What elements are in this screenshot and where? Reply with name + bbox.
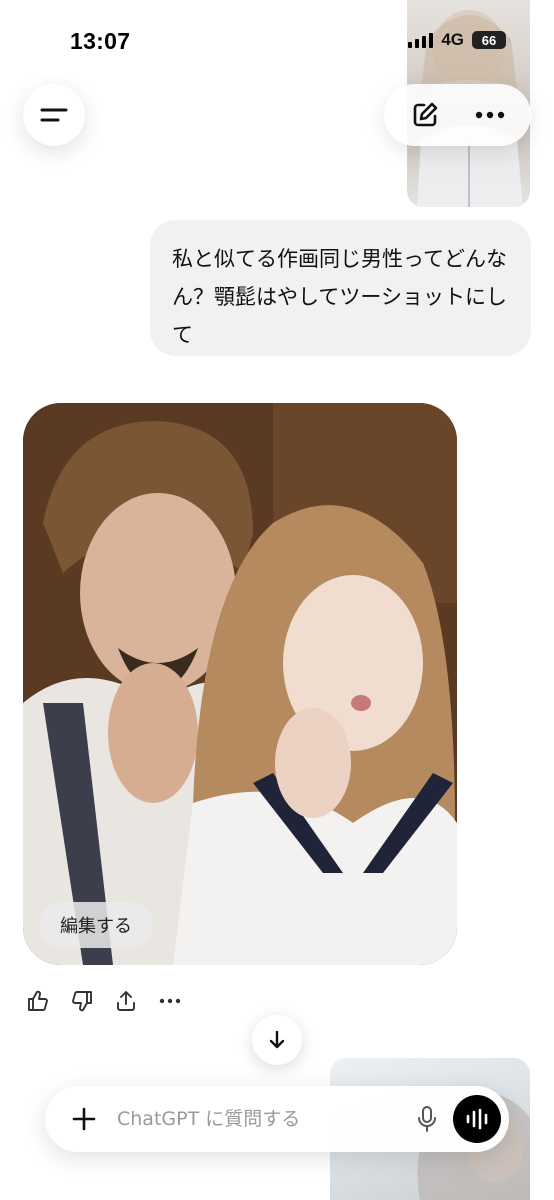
more-options-button[interactable] [464,89,516,141]
message-more-button[interactable] [155,986,185,1016]
cellular-signal-icon [408,32,434,48]
thumbs-down-icon [72,991,92,1012]
thumbs-up-icon [28,990,48,1011]
message-actions [23,986,185,1016]
compose-icon [413,102,438,127]
like-button[interactable] [23,986,53,1016]
couple-portrait-image [23,403,457,965]
plus-icon [72,1107,96,1131]
generated-image[interactable] [23,403,457,965]
status-time: 13:07 [70,28,131,54]
waveform-icon [466,1108,488,1130]
message-composer [45,1086,509,1152]
microphone-icon [418,1106,436,1132]
more-horizontal-icon [476,111,505,119]
voice-mode-button[interactable] [453,1095,501,1143]
sidebar-menu-icon [40,108,68,122]
battery-icon: 66 [472,31,510,49]
new-chat-button[interactable] [399,89,451,141]
more-horizontal-icon [159,998,181,1004]
dictate-button[interactable] [407,1099,447,1139]
edit-image-label: 編集する [60,916,132,937]
scroll-to-bottom-button[interactable] [252,1015,302,1065]
share-button[interactable] [111,986,141,1016]
battery-level: 66 [481,32,497,48]
network-type: 4G [441,30,464,49]
status-indicators: 4G 66 [408,30,510,50]
arrow-down-icon [269,1030,285,1049]
edit-image-button[interactable]: 編集する [39,902,153,948]
user-message-bubble: 私と似てる作画同じ男性ってどんなん？顎髭はやしてツーショットにして [150,220,531,356]
user-message-text: 私と似てる作画同じ男性ってどんなん？顎髭はやしてツーショットにして [172,247,507,347]
attach-button[interactable] [67,1102,101,1136]
dislike-button[interactable] [67,986,97,1016]
header-actions [384,84,531,146]
sidebar-menu-button[interactable] [23,84,85,146]
message-input[interactable] [117,1108,407,1130]
share-icon [117,991,135,1011]
